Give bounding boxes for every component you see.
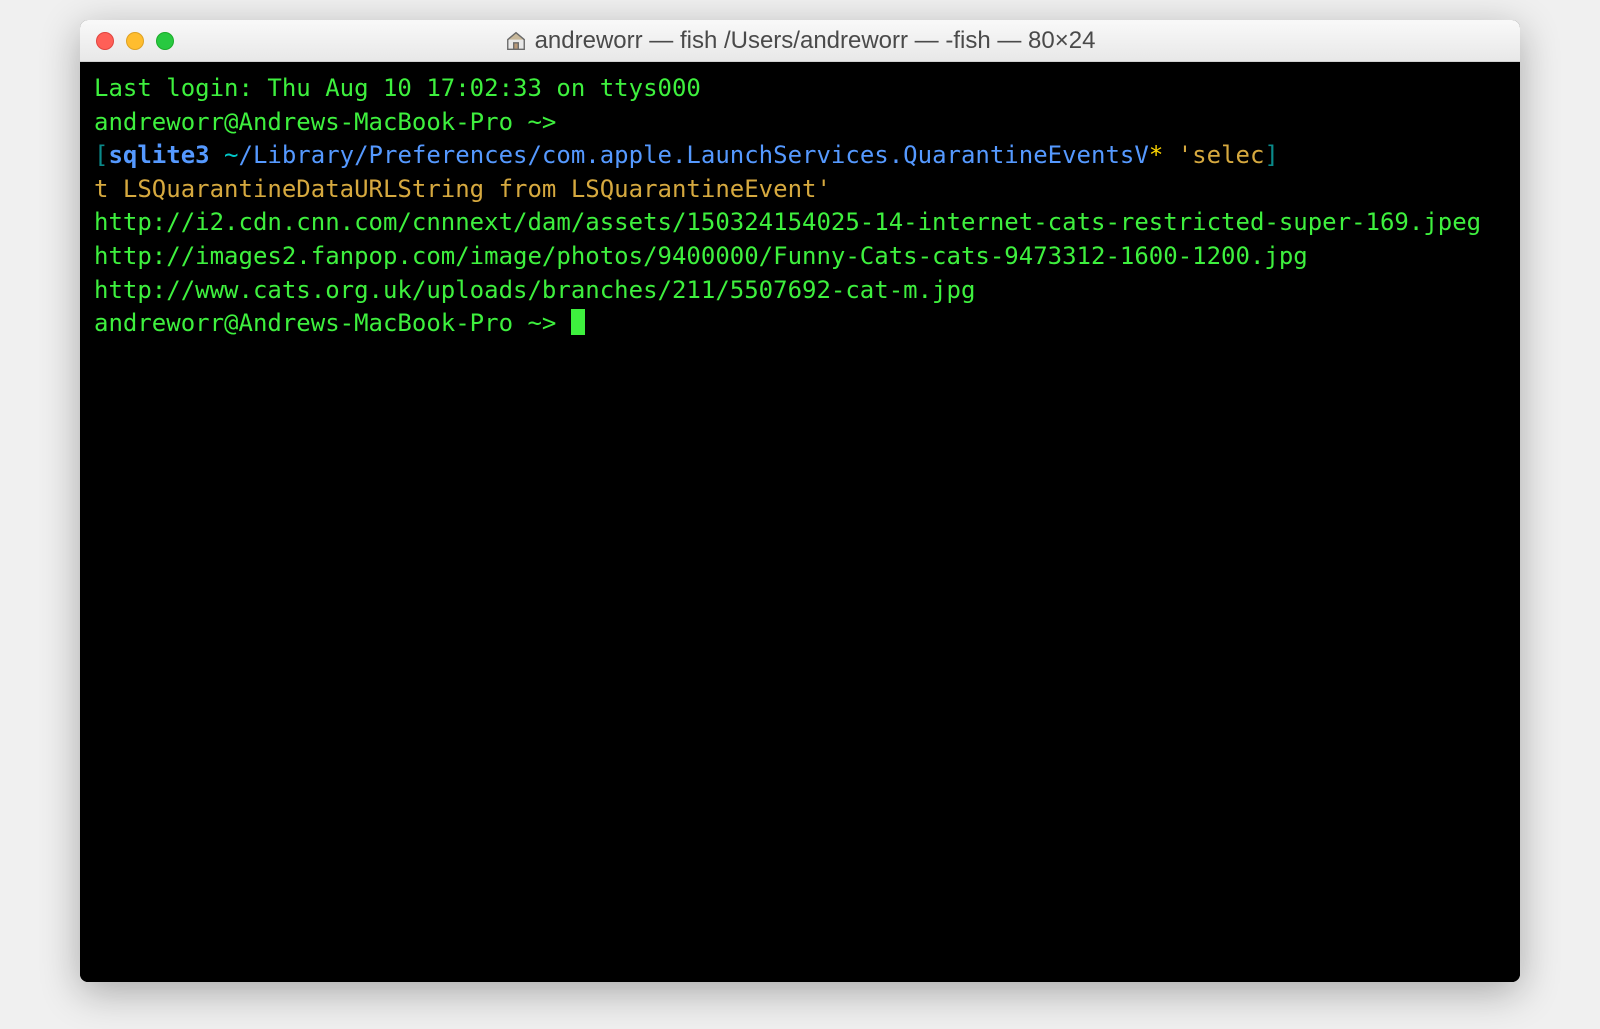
cmd-glob-star: * — [1149, 141, 1163, 169]
bracket-open: [ — [94, 141, 108, 169]
output-url-3: http://www.cats.org.uk/uploads/branches/… — [94, 276, 975, 304]
cmd-sql-2: t LSQuarantineDataURLString from LSQuara… — [94, 175, 831, 203]
bracket-close: ] — [1264, 141, 1278, 169]
prompt-line-1: andreworr@Andrews-MacBook-Pro ~> — [94, 108, 556, 136]
minimize-button[interactable] — [126, 32, 144, 50]
terminal-body[interactable]: Last login: Thu Aug 10 17:02:33 on ttys0… — [80, 62, 1520, 982]
maximize-button[interactable] — [156, 32, 174, 50]
close-button[interactable] — [96, 32, 114, 50]
terminal-window: andreworr — fish /Users/andreworr — -fis… — [80, 20, 1520, 982]
traffic-lights — [96, 32, 174, 50]
last-login-text: Last login: Thu Aug 10 17:02:33 on ttys0… — [94, 74, 701, 102]
cmd-path: /Library/Preferences/com.apple.LaunchSer… — [239, 141, 1149, 169]
output-url-1: http://i2.cdn.cnn.com/cnnnext/dam/assets… — [94, 208, 1481, 236]
window-title-text: andreworr — fish /Users/andreworr — -fis… — [535, 27, 1096, 55]
output-url-2: http://images2.fanpop.com/image/photos/9… — [94, 242, 1308, 270]
home-icon — [505, 30, 527, 52]
cmd-sqlite: sqlite3 — [108, 141, 224, 169]
prompt-line-2: andreworr@Andrews-MacBook-Pro ~> — [94, 309, 571, 337]
window-title: andreworr — fish /Users/andreworr — -fis… — [505, 27, 1096, 55]
cursor — [571, 309, 585, 335]
cmd-sql-1: 'selec — [1163, 141, 1264, 169]
title-bar: andreworr — fish /Users/andreworr — -fis… — [80, 20, 1520, 62]
cmd-tilde: ~ — [224, 141, 238, 169]
